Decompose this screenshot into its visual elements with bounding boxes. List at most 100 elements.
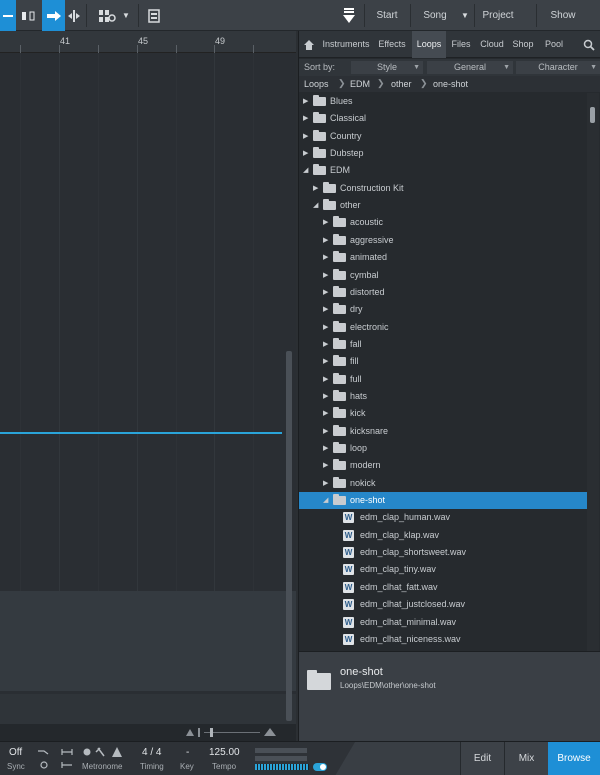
file-item[interactable]: Wedm_clhat_fatt.wav: [299, 579, 587, 596]
folder-item[interactable]: ▶ hats: [299, 388, 587, 405]
home-tab[interactable]: [299, 31, 319, 58]
breadcrumb-loops[interactable]: Loops: [304, 79, 329, 89]
file-item[interactable]: Wedm_clhat_justclosed.wav: [299, 596, 587, 613]
key-value[interactable]: -: [186, 747, 189, 758]
tool-select-button[interactable]: [0, 0, 16, 31]
caret-right-icon[interactable]: ▶: [303, 149, 308, 157]
tab-shop[interactable]: Shop: [509, 31, 537, 58]
folder-item[interactable]: ▶ Construction Kit: [299, 180, 587, 197]
folder-item[interactable]: ▶ modern: [299, 457, 587, 474]
sort-general-dropdown[interactable]: General ▼: [427, 61, 513, 74]
caret-right-icon[interactable]: ▶: [303, 114, 308, 122]
project-button[interactable]: Project: [476, 0, 520, 31]
tree-scrollbar-thumb[interactable]: [590, 107, 595, 123]
folder-item[interactable]: ▶ distorted: [299, 284, 587, 301]
file-item[interactable]: Wedm_clhat_niceness.wav: [299, 631, 587, 648]
edit-button[interactable]: Edit: [460, 742, 504, 775]
tab-effects[interactable]: Effects: [374, 31, 410, 58]
video-button[interactable]: [144, 0, 164, 31]
caret-right-icon[interactable]: ▶: [323, 236, 328, 244]
folder-item[interactable]: ◢ one-shot: [299, 492, 587, 510]
tab-loops[interactable]: Loops: [412, 31, 446, 58]
browse-button[interactable]: Browse: [548, 742, 600, 775]
caret-down-icon[interactable]: ◢: [323, 496, 328, 504]
file-item[interactable]: Wedm_clap_klap.wav: [299, 527, 587, 544]
sync-value[interactable]: Off: [9, 747, 22, 758]
folder-item[interactable]: ▶ nokick: [299, 475, 587, 492]
file-item[interactable]: Wedm_clhat_minimal.wav: [299, 614, 587, 631]
tab-cloud[interactable]: Cloud: [477, 31, 507, 58]
folder-item[interactable]: ▶ full: [299, 371, 587, 388]
automation-line[interactable]: [0, 432, 282, 434]
caret-right-icon[interactable]: ▶: [323, 409, 328, 417]
search-button[interactable]: [579, 31, 599, 58]
caret-right-icon[interactable]: ▶: [323, 305, 328, 313]
sort-style-dropdown[interactable]: Style ▼: [351, 61, 423, 74]
chevron-down-icon[interactable]: ▼: [120, 0, 132, 31]
folder-item[interactable]: ▶ cymbal: [299, 267, 587, 284]
snap-grid-button[interactable]: [94, 0, 120, 31]
breadcrumb-one-shot[interactable]: one-shot: [433, 79, 468, 89]
folder-item[interactable]: ▶ fill: [299, 353, 587, 370]
caret-right-icon[interactable]: ▶: [323, 461, 328, 469]
caret-right-icon[interactable]: ▶: [323, 375, 328, 383]
caret-down-icon[interactable]: ◢: [303, 166, 308, 174]
folder-item[interactable]: ▶ loop: [299, 440, 587, 457]
folder-item[interactable]: ▶ animated: [299, 249, 587, 266]
folder-item[interactable]: ◢ EDM: [299, 162, 587, 179]
tab-files[interactable]: Files: [447, 31, 475, 58]
caret-right-icon[interactable]: ▶: [323, 357, 328, 365]
file-item[interactable]: Wedm_clap_human.wav: [299, 509, 587, 526]
timeline-ruler[interactable]: 41 45 49: [0, 31, 296, 53]
bend-tool-button[interactable]: [66, 0, 82, 31]
file-item[interactable]: Wedm_clap_shortsweet.wav: [299, 544, 587, 561]
folder-item[interactable]: ▶ electronic: [299, 319, 587, 336]
folder-item[interactable]: ◢ other: [299, 197, 587, 214]
zoom-controls[interactable]: [0, 724, 296, 741]
caret-right-icon[interactable]: ▶: [323, 427, 328, 435]
caret-right-icon[interactable]: ▶: [303, 97, 308, 105]
folder-item[interactable]: ▶ Country: [299, 128, 587, 145]
breadcrumb-edm[interactable]: EDM: [350, 79, 370, 89]
metronome-controls[interactable]: [82, 746, 128, 760]
tab-instruments[interactable]: Instruments: [319, 31, 373, 58]
song-button[interactable]: Song: [412, 0, 458, 31]
folder-item[interactable]: ▶ kicksnare: [299, 423, 587, 440]
loop-controls[interactable]: [36, 746, 76, 772]
caret-right-icon[interactable]: ▶: [323, 392, 328, 400]
track-lane[interactable]: [0, 694, 296, 724]
timing-value[interactable]: 4 / 4: [142, 747, 161, 758]
breadcrumb-other[interactable]: other: [391, 79, 412, 89]
folder-item[interactable]: ▶ Blues: [299, 93, 587, 110]
start-button[interactable]: Start: [366, 0, 408, 31]
tree-scrollbar[interactable]: [587, 93, 599, 651]
toggle-icon[interactable]: [312, 762, 328, 772]
folder-item[interactable]: ▶ Classical: [299, 110, 587, 127]
arrange-view[interactable]: 41 45 49: [0, 31, 296, 741]
tab-pool[interactable]: Pool: [539, 31, 569, 58]
caret-down-icon[interactable]: ◢: [313, 201, 318, 209]
mix-button[interactable]: Mix: [504, 742, 548, 775]
tempo-value[interactable]: 125.00: [209, 747, 240, 758]
caret-right-icon[interactable]: ▶: [323, 323, 328, 331]
caret-right-icon[interactable]: ▶: [323, 288, 328, 296]
show-button[interactable]: Show: [540, 0, 586, 31]
arrow-tool-button[interactable]: [42, 0, 65, 31]
folder-item[interactable]: ▶ aggressive: [299, 232, 587, 249]
caret-right-icon[interactable]: ▶: [323, 444, 328, 452]
caret-right-icon[interactable]: ▶: [323, 271, 328, 279]
folder-item[interactable]: ▶ acoustic: [299, 214, 587, 231]
folder-item[interactable]: ▶ kick: [299, 405, 587, 422]
song-menu-chevron-icon[interactable]: ▼: [458, 0, 472, 31]
track-lane[interactable]: [0, 591, 296, 691]
folder-item[interactable]: ▶ dry: [299, 301, 587, 318]
vertical-scrollbar[interactable]: [286, 351, 292, 721]
caret-right-icon[interactable]: ▶: [323, 479, 328, 487]
folder-item[interactable]: ▶ fall: [299, 336, 587, 353]
sort-character-dropdown[interactable]: Character ▼: [516, 61, 600, 74]
caret-right-icon[interactable]: ▶: [313, 184, 318, 192]
caret-right-icon[interactable]: ▶: [323, 218, 328, 226]
download-button[interactable]: [337, 0, 361, 31]
caret-right-icon[interactable]: ▶: [323, 253, 328, 261]
split-tool-button[interactable]: [17, 0, 39, 31]
